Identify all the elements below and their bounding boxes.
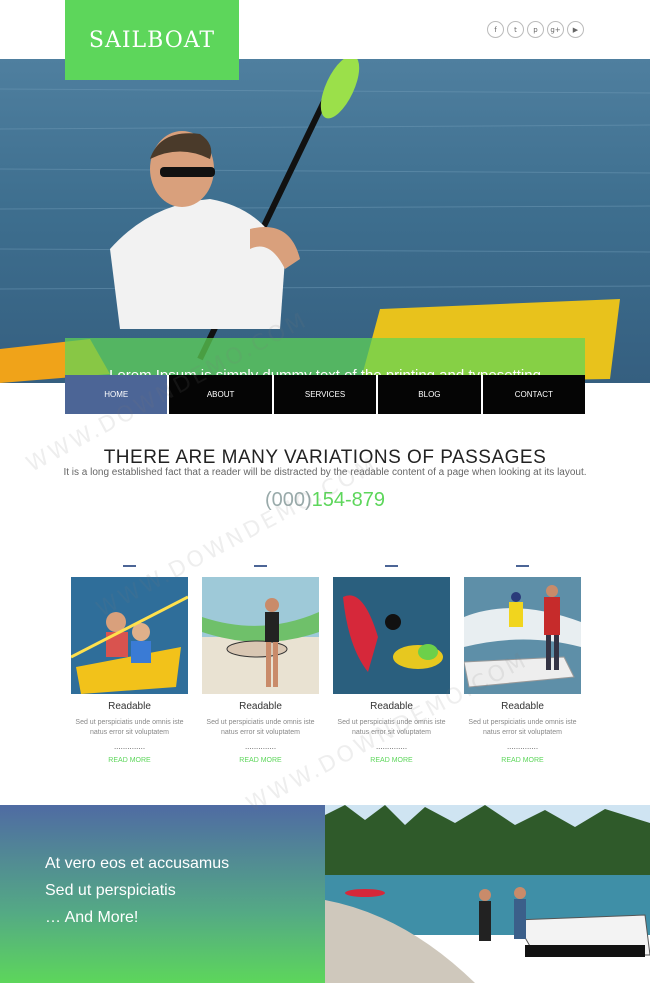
promo-line: At vero eos et accusamus <box>45 855 230 872</box>
hero-kayaker-image <box>0 59 650 383</box>
card-desc: Sed ut perspiciatis unde omnis iste natu… <box>206 719 315 736</box>
card-dots: .............. <box>506 742 539 751</box>
nav-home[interactable]: HOME <box>65 375 170 414</box>
card-image-jetski[interactable] <box>464 577 581 694</box>
feature-card: Readable Sed ut perspiciatis unde omnis … <box>71 565 188 764</box>
feature-card: Readable Sed ut perspiciatis unde omnis … <box>202 565 319 764</box>
phone-number: (000)154-879 <box>0 489 650 512</box>
read-more-link[interactable]: READ MORE <box>71 757 188 764</box>
nav-services[interactable]: SERVICES <box>273 375 379 414</box>
card-dots: .............. <box>375 742 408 751</box>
youtube-icon[interactable]: ▶ <box>567 21 584 38</box>
phone-digits: 154-879 <box>311 489 386 511</box>
card-divider <box>385 565 398 567</box>
read-more-link[interactable]: READ MORE <box>333 757 450 764</box>
nav-blog[interactable]: BLOG <box>378 375 483 414</box>
read-more-link[interactable]: READ MORE <box>202 757 319 764</box>
feature-card: Readable Sed ut perspiciatis unde omnis … <box>333 565 450 764</box>
card-image-red-kayak[interactable] <box>333 577 450 694</box>
read-more-link[interactable]: READ MORE <box>464 757 581 764</box>
googleplus-icon[interactable]: g+ <box>547 21 564 38</box>
feature-cards: Readable Sed ut perspiciatis unde omnis … <box>71 565 581 764</box>
nav-contact[interactable]: CONTACT <box>482 375 586 414</box>
main-nav: HOME ABOUT SERVICES BLOG CONTACT <box>65 375 586 414</box>
promo-panel: At vero eos et accusamus Sed ut perspici… <box>0 805 325 983</box>
card-desc: Sed ut perspiciatis unde omnis iste natu… <box>468 719 577 736</box>
card-desc: Sed ut perspiciatis unde omnis iste natu… <box>75 719 184 736</box>
social-links: f t p g+ ▶ <box>487 21 584 38</box>
card-divider <box>516 565 529 567</box>
card-dots: .............. <box>113 742 146 751</box>
intro-text: It is a long established fact that a rea… <box>63 467 587 478</box>
lake-photo <box>325 805 650 983</box>
hero-banner: Lorem Ipsum is simply dummy text of the … <box>0 59 650 383</box>
nav-about[interactable]: ABOUT <box>169 375 274 414</box>
facebook-icon[interactable]: f <box>487 21 504 38</box>
feature-card: Readable Sed ut perspiciatis unde omnis … <box>464 565 581 764</box>
card-title: Readable <box>108 701 151 712</box>
card-title: Readable <box>370 701 413 712</box>
twitter-icon[interactable]: t <box>507 21 524 38</box>
card-desc: Sed ut perspiciatis unde omnis iste natu… <box>337 719 446 736</box>
phone-prefix: (000) <box>264 489 312 511</box>
card-image-kitesurf[interactable] <box>202 577 319 694</box>
card-divider <box>123 565 136 567</box>
card-image-kids-kayak[interactable] <box>71 577 188 694</box>
promo-line: … And More! <box>45 909 139 926</box>
intro-title: THERE ARE MANY VARIATIONS OF PASSAGES <box>103 447 547 468</box>
card-divider <box>254 565 267 567</box>
pinterest-icon[interactable]: p <box>527 21 544 38</box>
card-title: Readable <box>239 701 282 712</box>
card-title: Readable <box>501 701 544 712</box>
card-dots: .............. <box>244 742 277 751</box>
promo-line: Sed ut perspiciatis <box>45 882 176 899</box>
site-logo[interactable]: SAILBOAT <box>65 0 239 80</box>
